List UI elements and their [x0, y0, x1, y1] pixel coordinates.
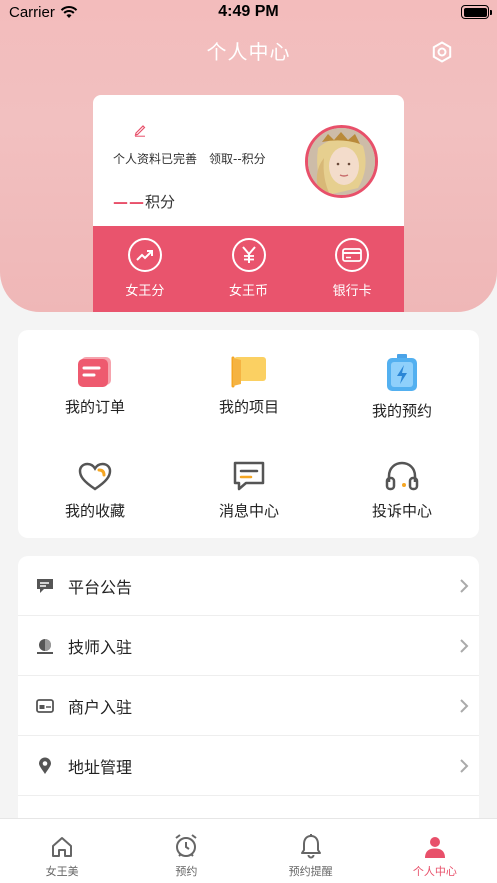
message-center-button[interactable]: 消息中心 [172, 452, 326, 521]
menu-list: 平台公告 技师入驻 商户入驻 地址管理 [18, 556, 479, 856]
tab-personal-center[interactable]: 个人中心 [373, 819, 497, 883]
list-item-address-management[interactable]: 地址管理 [18, 736, 479, 796]
bank-card-button[interactable]: 银行卡 [300, 226, 404, 312]
points-unit: 积分 [145, 193, 176, 211]
technician-icon [36, 638, 54, 654]
points-value: —— [113, 193, 145, 211]
home-icon [50, 833, 74, 859]
chevron-right-icon [460, 698, 469, 713]
chevron-right-icon [460, 758, 469, 773]
settings-gear-icon[interactable] [430, 40, 454, 64]
list-item-merchant-join[interactable]: 商户入驻 [18, 676, 479, 736]
profile-complete-text: 个人资料已完善 [113, 152, 198, 166]
shortcut-grid: 我的订单 我的项目 我的预约 我的收藏 消息中心 投诉中心 [18, 330, 479, 538]
list-item-announcements[interactable]: 平台公告 [18, 556, 479, 616]
my-orders-label: 我的订单 [64, 398, 125, 416]
bank-card-icon [335, 238, 370, 272]
chevron-right-icon [460, 578, 469, 593]
my-appointments-label: 我的预约 [371, 402, 432, 420]
my-projects-label: 我的项目 [218, 398, 279, 416]
tab-label: 预约提醒 [288, 865, 333, 878]
battery-appointment-icon [325, 348, 479, 392]
list-item-label: 地址管理 [68, 757, 133, 777]
profile-card: 个人资料已完善 领取--积分 ——积分 女王分 女王币 银行卡 [93, 95, 404, 312]
my-favorites-label: 我的收藏 [64, 502, 125, 520]
queen-points-button[interactable]: 女王分 [93, 226, 197, 312]
tab-home[interactable]: 女王美 [0, 819, 124, 883]
complaint-center-label: 投诉中心 [371, 502, 432, 520]
list-item-technician-join[interactable]: 技师入驻 [18, 616, 479, 676]
chevron-right-icon [460, 638, 469, 653]
order-icon [18, 348, 172, 388]
yen-icon [231, 238, 266, 272]
avatar[interactable] [305, 125, 378, 198]
tab-appointment[interactable]: 预约 [124, 819, 248, 883]
my-favorites-button[interactable]: 我的收藏 [18, 452, 172, 521]
queen-points-label: 女王分 [125, 284, 165, 299]
merchant-card-icon [36, 698, 54, 713]
points-row: ——积分 [113, 191, 175, 212]
headphones-icon [325, 452, 479, 492]
bell-icon [299, 833, 323, 859]
page-title: 个人中心 [206, 40, 291, 64]
my-orders-button[interactable]: 我的订单 [18, 348, 172, 417]
tab-appointment-reminder[interactable]: 预约提醒 [249, 819, 373, 883]
tab-label: 个人中心 [412, 865, 457, 878]
tab-label: 预约 [175, 865, 198, 878]
person-icon [423, 833, 447, 859]
card-actions: 女王分 女王币 银行卡 [93, 226, 404, 312]
profile-status: 个人资料已完善 领取--积分 [113, 150, 266, 167]
battery-icon [461, 5, 492, 19]
location-pin-icon [36, 757, 54, 775]
list-item-label: 技师入驻 [68, 637, 133, 657]
trend-up-icon [127, 238, 162, 272]
my-projects-button[interactable]: 我的项目 [172, 348, 326, 417]
announcement-icon [36, 578, 54, 594]
message-icon [172, 452, 326, 492]
status-bar: Carrier 4:49 PM [0, 0, 497, 26]
complaint-center-button[interactable]: 投诉中心 [325, 452, 479, 521]
list-item-label: 平台公告 [68, 577, 133, 597]
bank-card-label: 银行卡 [332, 284, 372, 299]
edit-pencil-icon[interactable] [133, 123, 147, 137]
heart-icon [18, 452, 172, 492]
tab-label: 女王美 [45, 865, 79, 878]
claim-points-link[interactable]: 领取--积分 [209, 152, 266, 166]
queen-coins-button[interactable]: 女王币 [197, 226, 301, 312]
clock: 4:49 PM [218, 3, 279, 20]
list-item-label: 商户入驻 [68, 697, 133, 717]
message-center-label: 消息中心 [218, 502, 279, 520]
avatar-portrait-icon [308, 128, 375, 195]
tab-bar: 女王美 预约 预约提醒 个人中心 [0, 818, 497, 883]
queen-coins-label: 女王币 [229, 284, 269, 299]
my-appointments-button[interactable]: 我的预约 [325, 348, 479, 421]
project-flag-icon [172, 348, 326, 388]
alarm-clock-icon [173, 833, 199, 859]
